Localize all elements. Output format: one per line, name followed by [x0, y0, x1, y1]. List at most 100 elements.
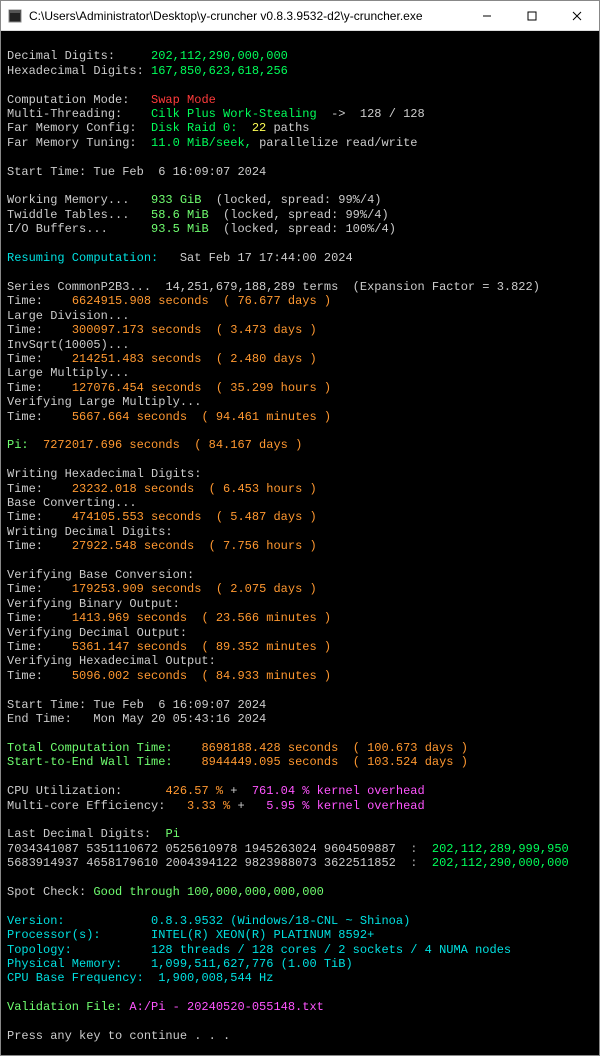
mc-eff-val: 3.33 % [187, 799, 230, 813]
cpu-util-label: CPU Utilization: [7, 784, 122, 798]
processor-value: INTEL(R) XEON(R) PLATINUM 8592+ [151, 928, 374, 942]
pi-label: Pi: [7, 438, 29, 452]
phys-mem-label: Physical Memory: [7, 957, 122, 971]
validation-label: Validation File: [7, 1000, 122, 1014]
wall-days: ( 103.524 days ) [353, 755, 468, 769]
bc-time-days: ( 5.487 days ) [216, 510, 317, 524]
cpu-util-val: 426.57 % [165, 784, 223, 798]
verify-bo-days: ( 23.566 minutes ) [201, 611, 331, 625]
vlm-time-val: 5667.664 seconds [72, 410, 187, 424]
time-label: Time: [7, 582, 43, 596]
series-terms: 14,251,679,188,289 terms [165, 280, 338, 294]
tct-days: ( 100.673 days ) [353, 741, 468, 755]
verify-bc-days: ( 2.075 days ) [216, 582, 317, 596]
titlebar: C:\Users\Administrator\Desktop\y-crunche… [1, 1, 599, 31]
lm-time-days: ( 35.299 hours ) [216, 381, 331, 395]
verify-lm-label: Verifying Large Multiply... [7, 395, 201, 409]
app-icon [7, 8, 23, 24]
last-digits-label: Last Decimal Digits: [7, 827, 151, 841]
verify-do-label: Verifying Decimal Output: [7, 626, 187, 640]
base-conv-label: Base Converting... [7, 496, 137, 510]
wall-time-label: Start-to-End Wall Time: [7, 755, 173, 769]
decimal-digits-label: Decimal Digits: [7, 49, 115, 63]
time-label: Time: [7, 539, 43, 553]
large-div-label: Large Division... [7, 309, 129, 323]
mc-eff-label: Multi-core Efficiency: [7, 799, 165, 813]
time-label: Time: [7, 294, 43, 308]
start-time2-label: Start Time: [7, 698, 86, 712]
digit-index: 202,112,289,999,950 [432, 842, 569, 856]
ld-time-days: ( 3.473 days ) [216, 323, 317, 337]
console-window: C:\Users\Administrator\Desktop\y-crunche… [0, 0, 600, 1056]
mc-eff-over: 5.95 % kernel overhead [266, 799, 424, 813]
time-label: Time: [7, 352, 43, 366]
phys-mem-value: 1,099,511,627,776 (1.00 TiB) [151, 957, 353, 971]
validation-value: A:/Pi - 20240520-055148.txt [129, 1000, 323, 1014]
vlm-time-days: ( 94.461 minutes ) [201, 410, 331, 424]
verify-ho-val: 5096.002 seconds [72, 669, 187, 683]
bc-time-val: 474105.553 seconds [72, 510, 202, 524]
digit-index: 202,112,290,000,000 [432, 856, 569, 870]
hex-digits-label: Hexadecimal Digits: [7, 64, 144, 78]
series-time-days: ( 76.677 days ) [223, 294, 331, 308]
digit-group: 2004394122 [165, 856, 237, 870]
pi-time-days: ( 84.167 days ) [194, 438, 302, 452]
plus: + [237, 799, 244, 813]
minimize-button[interactable] [464, 1, 509, 31]
time-label: Time: [7, 611, 43, 625]
io-buffers-label: I/O Buffers... [7, 222, 108, 236]
digit-group: 5683914937 [7, 856, 79, 870]
digit-group: 7034341087 [7, 842, 79, 856]
digit-group: 4658179610 [86, 856, 158, 870]
verify-bc-label: Verifying Base Conversion: [7, 568, 194, 582]
window-title: C:\Users\Administrator\Desktop\y-crunche… [29, 9, 464, 23]
far-mem-tune-speed: 11.0 MiB/seek, [151, 136, 252, 150]
mt-arrow: -> [331, 107, 345, 121]
maximize-button[interactable] [509, 1, 554, 31]
far-mem-cfg-value: Disk Raid 0: [151, 121, 237, 135]
cpu-freq-value: 1,900,008,544 Hz [158, 971, 273, 985]
time-label: Time: [7, 669, 43, 683]
far-mem-tune-mode: parallelize read/write [259, 136, 417, 150]
io-buffers-status: (locked, spread: 100%/4) [223, 222, 396, 236]
verify-bo-label: Verifying Binary Output: [7, 597, 180, 611]
verify-ho-label: Verifying Hexadecimal Output: [7, 654, 216, 668]
wall-val: 8944449.095 seconds [201, 755, 338, 769]
twiddle-label: Twiddle Tables... [7, 208, 129, 222]
multithread-value: Cilk Plus Work-Stealing [151, 107, 317, 121]
inv-time-days: ( 2.480 days ) [216, 352, 317, 366]
close-button[interactable] [554, 1, 599, 31]
digit-group: 9604509887 [324, 842, 396, 856]
digit-group: 0525610978 [165, 842, 237, 856]
time-label: Time: [7, 482, 43, 496]
working-mem-label: Working Memory... [7, 193, 129, 207]
processor-label: Processor(s): [7, 928, 101, 942]
resume-label: Resuming Computation: [7, 251, 158, 265]
mt-threads: 128 / 128 [360, 107, 425, 121]
working-mem-value: 933 GiB [151, 193, 201, 207]
digit-group: 3622511852 [324, 856, 396, 870]
twiddle-value: 58.6 MiB [151, 208, 209, 222]
time-label: Time: [7, 640, 43, 654]
verify-do-val: 5361.147 seconds [72, 640, 187, 654]
resume-value: Sat Feb 17 17:44:00 2024 [180, 251, 353, 265]
time-label: Time: [7, 410, 43, 424]
inv-time-val: 214251.483 seconds [72, 352, 202, 366]
console-output: Decimal Digits: 202,112,290,000,000 Hexa… [1, 31, 599, 1055]
digit-group: 5351110672 [86, 842, 158, 856]
time-label: Time: [7, 510, 43, 524]
version-value: 0.8.3.9532 (Windows/18-CNL ~ Shinoa) [151, 914, 410, 928]
invsqrt-label: InvSqrt(10005)... [7, 338, 129, 352]
end-time-label: End Time: [7, 712, 72, 726]
colon: : [410, 842, 417, 856]
working-mem-status: (locked, spread: 99%/4) [216, 193, 382, 207]
colon: : [410, 856, 417, 870]
start-time2-val: Tue Feb 6 16:09:07 2024 [93, 698, 266, 712]
spot-check-label: Spot Check: [7, 885, 86, 899]
press-any-key-prompt[interactable]: Press any key to continue . . . [7, 1029, 230, 1043]
topology-value: 128 threads / 128 cores / 2 sockets / 4 … [151, 943, 511, 957]
time-label: Time: [7, 381, 43, 395]
plus: + [230, 784, 237, 798]
lm-time-val: 127076.454 seconds [72, 381, 202, 395]
comp-mode-value: Swap Mode [151, 93, 216, 107]
